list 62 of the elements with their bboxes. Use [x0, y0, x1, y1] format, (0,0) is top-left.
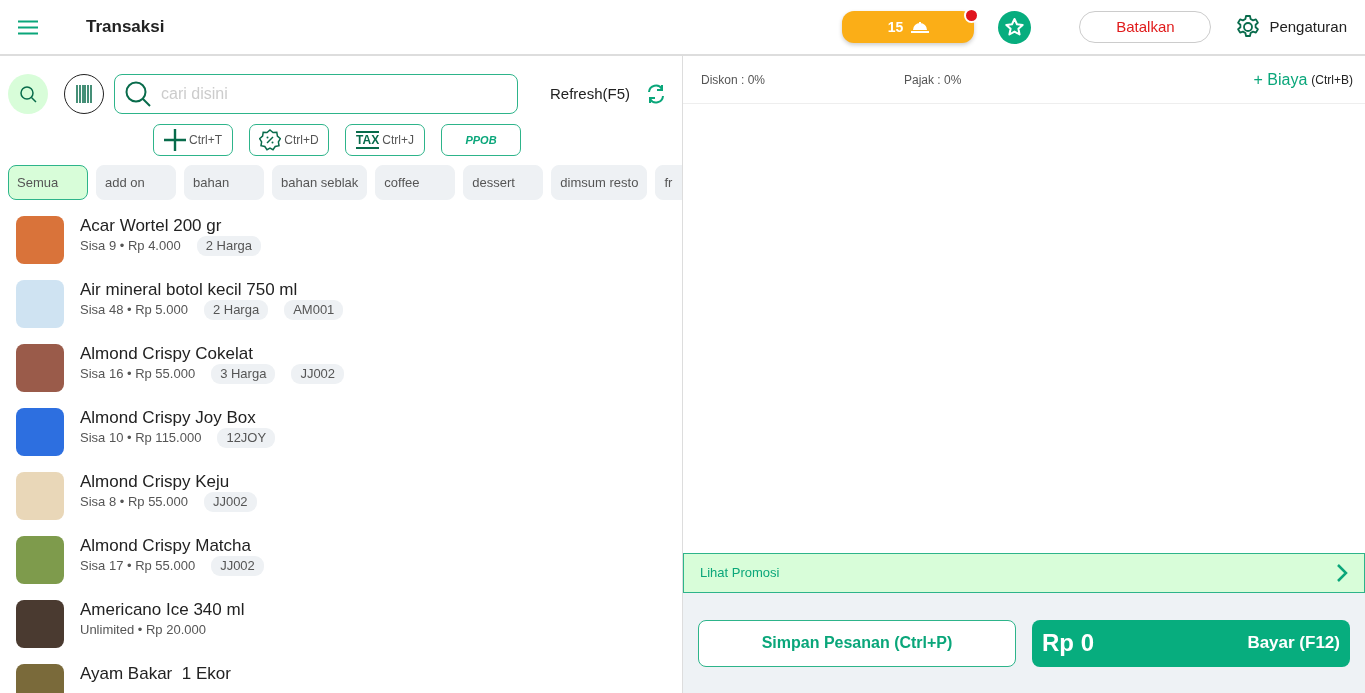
- product-stock-price: Sisa 17 • Rp 55.000: [80, 557, 196, 575]
- total-amount: Rp 0: [1042, 628, 1094, 658]
- shortcut-hint: (Ctrl+B): [1311, 71, 1353, 89]
- product-stock-price: Sisa 9 • Rp 4.000: [80, 237, 181, 255]
- bell-icon: [911, 21, 930, 33]
- photo-placeholder: [16, 600, 64, 648]
- category-tab[interactable]: fr: [655, 165, 682, 200]
- category-tab[interactable]: dessert: [463, 165, 544, 200]
- photo-placeholder: [16, 280, 64, 328]
- promotions-label: Lihat Promosi: [700, 564, 780, 583]
- category-tab[interactable]: Semua: [8, 165, 88, 200]
- pay-label: Bayar (F12): [1247, 632, 1340, 655]
- shortcut-button[interactable]: Ctrl+T: [153, 124, 233, 156]
- product-tag: JJ002: [203, 492, 257, 512]
- category-tab[interactable]: coffee: [375, 165, 456, 200]
- product-name[interactable]: Ayam Bakar 1 Ekor: [80, 664, 231, 684]
- settings-label[interactable]: Pengaturan: [1269, 15, 1347, 39]
- photo-placeholder: [16, 344, 64, 392]
- category-tab[interactable]: add on: [96, 165, 176, 200]
- settings-icon[interactable]: [1235, 14, 1262, 40]
- discount-label: Diskon : 0%: [701, 71, 767, 89]
- search-icon: [19, 85, 37, 103]
- barcode-icon: [76, 85, 92, 103]
- photo-placeholder: [16, 536, 64, 584]
- category-tab[interactable]: bahan: [184, 165, 264, 200]
- product-tag: 2 Harga: [196, 236, 261, 256]
- product-tag: JJ002: [211, 556, 264, 576]
- page-title: Transaksi: [86, 16, 165, 39]
- category-tab[interactable]: bahan seblak: [272, 165, 368, 200]
- product-stock-price: Unlimited • Rp 20.000: [80, 621, 206, 639]
- product-name[interactable]: Acar Wortel 200 gr: [80, 216, 261, 236]
- search-toggle-button[interactable]: [8, 74, 48, 114]
- photo-placeholder: [16, 408, 64, 456]
- product-name[interactable]: Almond Crispy Matcha: [80, 536, 264, 556]
- refresh-icon[interactable]: [646, 84, 666, 104]
- product-tag: 3 Harga: [211, 364, 276, 384]
- product-tag: 12JOY: [217, 428, 276, 448]
- menu-icon[interactable]: [18, 19, 38, 35]
- plus-icon: [164, 129, 186, 151]
- cancel-button[interactable]: Batalkan: [1079, 11, 1212, 43]
- product-tag: 2 Harga: [203, 300, 269, 320]
- refresh-label[interactable]: Refresh(F5): [549, 82, 630, 106]
- product-stock-price: Sisa 16 • Rp 55.000: [80, 365, 196, 383]
- product-name[interactable]: Almond Crispy Cokelat: [80, 344, 345, 364]
- product-stock-price: Sisa 48 • Rp 5.000: [80, 301, 188, 319]
- chevron-right-icon: [1336, 563, 1348, 583]
- tax-label: Pajak : 0%: [904, 71, 962, 89]
- product-name[interactable]: Almond Crispy Joy Box: [80, 408, 276, 428]
- photo-placeholder: [16, 472, 64, 520]
- product-name[interactable]: Almond Crispy Keju: [80, 472, 257, 492]
- product-tag: AM001: [284, 300, 344, 320]
- category-tab[interactable]: dimsum resto: [551, 165, 648, 200]
- product-stock-price: Sisa 8 • Rp 55.000: [80, 493, 188, 511]
- product-name[interactable]: Americano Ice 340 ml: [80, 600, 245, 620]
- photo-placeholder: [16, 216, 64, 264]
- discount-badge-icon: [259, 129, 282, 151]
- product-name[interactable]: Air mineral botol kecil 750 ml: [80, 280, 344, 300]
- search-icon: [125, 81, 151, 107]
- shortcut-button[interactable]: Ctrl+D: [249, 124, 329, 156]
- shortcut-button[interactable]: TAX Ctrl+J: [345, 124, 425, 156]
- product-tag: JJ002: [291, 364, 345, 384]
- product-stock-price: Sisa 10 • Rp 115.000: [80, 429, 202, 447]
